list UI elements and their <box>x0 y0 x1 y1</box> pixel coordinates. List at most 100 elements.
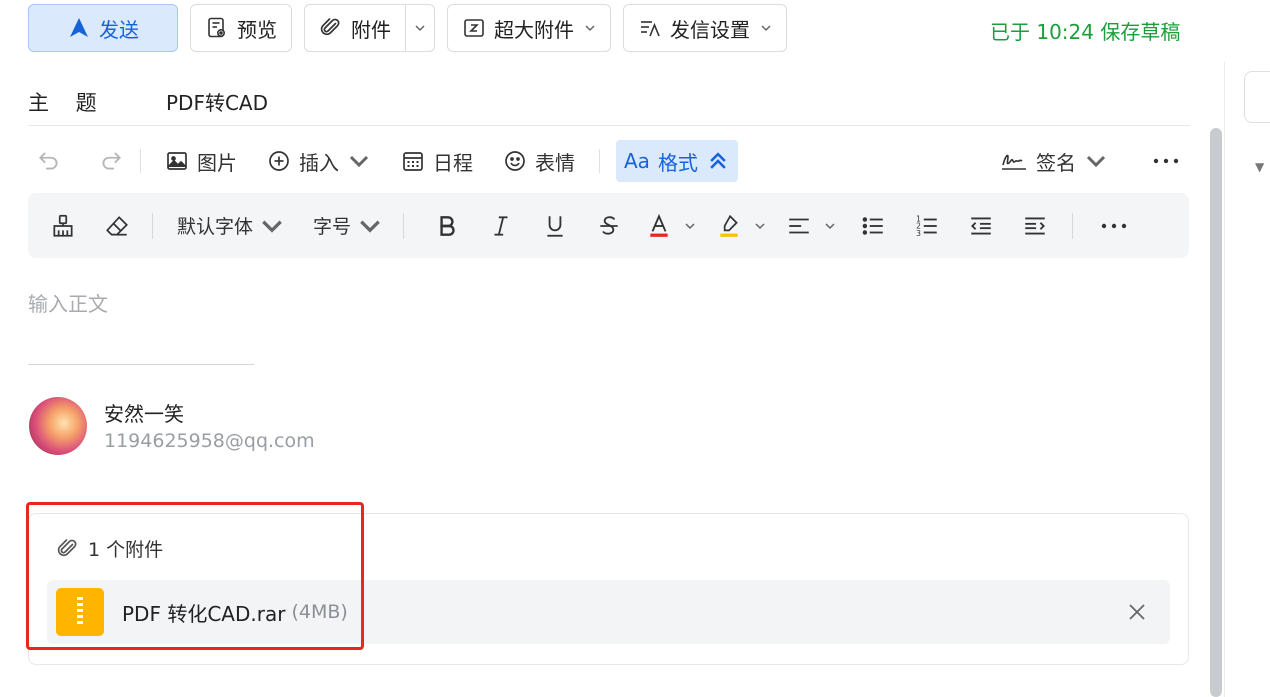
chevron-double-up-icon <box>710 152 726 169</box>
more-icon[interactable] <box>1152 157 1180 165</box>
strikethrough-button[interactable] <box>592 206 626 246</box>
large-attachment-icon <box>464 19 484 37</box>
scrollbar[interactable] <box>1210 128 1222 697</box>
svg-text:3: 3 <box>916 228 921 237</box>
format-painter-button[interactable] <box>46 206 80 246</box>
font-size-value: 字号 <box>313 216 352 238</box>
subject-row: 主 题 PDF转CAD <box>28 78 1190 126</box>
large-attachment-label: 超大附件 <box>494 17 574 42</box>
signature-divider <box>28 364 254 365</box>
eraser-icon <box>106 215 128 236</box>
font-family-value: 默认字体 <box>177 216 254 238</box>
chevron-down-icon <box>349 155 369 168</box>
highlight-color-button[interactable] <box>716 206 766 246</box>
outdent-icon <box>971 216 991 235</box>
align-button[interactable] <box>786 206 836 246</box>
align-left-icon <box>789 218 809 233</box>
chevron-down-icon <box>755 222 765 229</box>
format-bar: 默认字体 字号 123 <box>28 193 1189 258</box>
chevron-down-icon <box>685 222 695 229</box>
large-attachment-button[interactable]: 超大附件 <box>447 4 611 52</box>
undo-icon[interactable] <box>36 148 62 174</box>
chevron-down-icon <box>825 222 835 229</box>
numbered-list-icon: 123 <box>916 214 937 237</box>
send-button[interactable]: 发送 <box>28 4 178 52</box>
font-size-select[interactable]: 字号 <box>313 206 383 246</box>
send-settings-label: 发信设置 <box>670 17 750 42</box>
emoji-button[interactable]: 表情 <box>495 140 583 182</box>
smiley-icon <box>505 151 525 171</box>
body-editor[interactable]: 输入正文 <box>28 288 108 317</box>
attach-split-button: 附件 <box>304 4 435 52</box>
font-family-select[interactable]: 默认字体 <box>177 206 285 246</box>
italic-button[interactable] <box>484 206 518 246</box>
plus-circle-icon <box>269 151 289 171</box>
signature-button[interactable]: 签名 <box>992 140 1116 182</box>
send-label: 发送 <box>99 17 139 42</box>
annotation-highlight-box <box>26 502 364 650</box>
highlighter-icon <box>720 214 738 237</box>
clear-format-button[interactable] <box>100 206 134 246</box>
avatar <box>29 397 87 455</box>
compose-toolbar: 发送 预览 附件 超大附件 发信设置 <box>28 4 787 52</box>
subject-input[interactable]: PDF转CAD <box>166 87 268 116</box>
caret-down-icon[interactable]: ▼ <box>1255 160 1264 174</box>
chevron-down-icon <box>415 25 425 32</box>
chevron-down-icon <box>360 220 380 233</box>
signature-name: 安然一笑 <box>104 402 184 426</box>
chevron-down-icon <box>585 25 595 32</box>
preview-button[interactable]: 预览 <box>190 4 292 52</box>
schedule-label: 日程 <box>433 150 473 175</box>
indent-button[interactable] <box>1018 206 1052 246</box>
bulleted-list-button[interactable] <box>856 206 890 246</box>
format-label: 格式 <box>657 150 698 175</box>
attach-label: 附件 <box>351 17 391 42</box>
preview-icon <box>208 17 226 38</box>
attach-dropdown[interactable] <box>406 5 434 51</box>
editor-toolbar: 图片 插入 日程 表情 Aa 格式 签名 <box>28 138 1190 184</box>
chevron-down-icon <box>761 25 771 32</box>
bulleted-list-icon <box>862 216 883 235</box>
underline-icon <box>547 215 563 237</box>
chevron-down-icon <box>262 220 282 233</box>
panel-divider <box>1224 62 1225 697</box>
format-more-button[interactable] <box>1097 206 1131 246</box>
signature-icon <box>1002 154 1026 170</box>
emoji-label: 表情 <box>535 150 575 175</box>
send-settings-button[interactable]: 发信设置 <box>623 4 787 52</box>
draft-saved-status: 已于 10:24 保存草稿 <box>990 20 1181 44</box>
send-icon <box>70 18 88 37</box>
calendar-icon <box>403 152 423 171</box>
image-icon <box>167 152 187 170</box>
bold-button[interactable] <box>430 206 464 246</box>
redo-icon[interactable] <box>98 148 124 174</box>
signature-label: 签名 <box>1036 150 1076 175</box>
more-icon <box>1101 223 1127 228</box>
attach-button[interactable]: 附件 <box>305 5 406 51</box>
font-color-icon <box>650 213 668 237</box>
strikethrough-icon <box>600 215 618 235</box>
send-settings-icon <box>641 21 660 37</box>
bold-icon <box>440 215 455 236</box>
insert-menu-button[interactable]: 插入 <box>259 140 379 182</box>
schedule-button[interactable]: 日程 <box>393 140 481 182</box>
subject-label: 主 题 <box>28 90 107 115</box>
image-label: 图片 <box>197 150 237 175</box>
insert-label: 插入 <box>299 150 339 175</box>
italic-icon <box>494 215 508 236</box>
format-painter-icon <box>53 214 73 237</box>
outdent-button[interactable] <box>964 206 998 246</box>
indent-icon <box>1025 216 1046 235</box>
paperclip-icon <box>320 18 340 36</box>
signature-email: 1194625958@qq.com <box>104 430 315 452</box>
preview-label: 预览 <box>237 17 277 42</box>
side-panel-button[interactable] <box>1244 71 1270 123</box>
remove-attachment-icon[interactable] <box>1126 601 1148 623</box>
format-toggle-button[interactable]: Aa 格式 <box>616 140 738 182</box>
font-color-button[interactable] <box>646 206 696 246</box>
chevron-down-icon <box>1086 155 1106 168</box>
format-aa-icon: Aa <box>624 149 650 173</box>
insert-image-button[interactable]: 图片 <box>157 140 245 182</box>
numbered-list-button[interactable]: 123 <box>910 206 944 246</box>
underline-button[interactable] <box>538 206 572 246</box>
